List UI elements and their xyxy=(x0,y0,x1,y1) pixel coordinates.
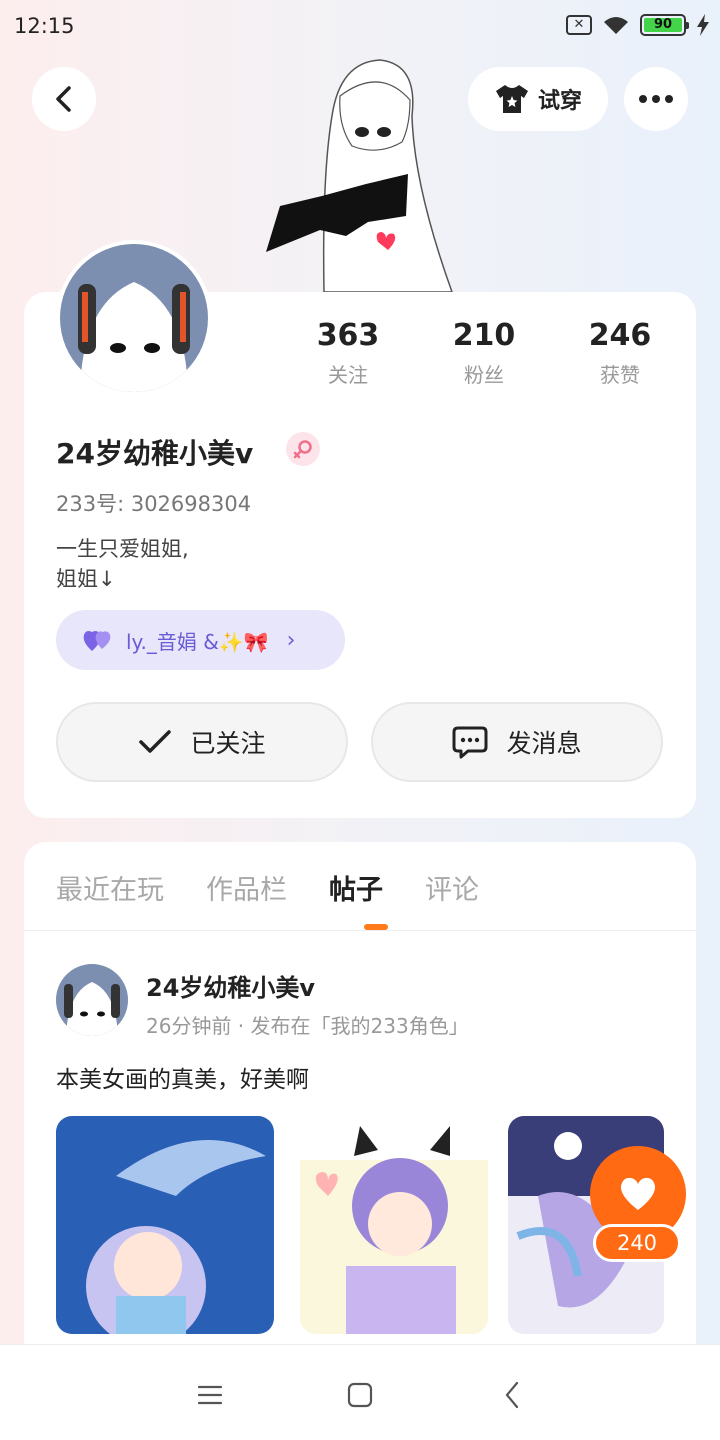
status-time: 12:15 xyxy=(14,14,75,38)
post-author-name[interactable]: 24岁幼稚小美v xyxy=(146,968,315,1003)
username: 24岁幼稚小美v xyxy=(56,437,254,470)
message-button[interactable]: 发消息 xyxy=(371,702,663,782)
status-icons: ✕ 90 xyxy=(566,14,710,36)
stats-row: 363 关注 210 粉丝 246 获赞 xyxy=(280,318,690,388)
system-back-button[interactable] xyxy=(492,1375,532,1415)
tab-posts[interactable]: 帖子 xyxy=(329,868,383,907)
double-heart-icon xyxy=(83,631,111,651)
stat-label: 粉丝 xyxy=(464,363,504,387)
sim-off-icon: ✕ xyxy=(566,15,592,35)
character-figure xyxy=(266,59,453,292)
chevron-left-icon xyxy=(505,1381,519,1409)
stat-fans[interactable]: 210 粉丝 xyxy=(416,318,552,388)
tab-comments[interactable]: 评论 xyxy=(425,868,479,907)
tryon-label: 试穿 xyxy=(537,89,582,114)
cp-label: ly._音娟 &✨🎀 xyxy=(126,629,269,654)
battery-icon: 90 xyxy=(640,14,689,36)
followed-button[interactable]: 已关注 xyxy=(56,702,348,782)
status-bar: 12:15 ✕ 90 xyxy=(0,0,720,54)
stat-value: 246 xyxy=(588,318,652,353)
post-meta: 26分钟前 · 发布在「我的233角色」 xyxy=(146,1014,469,1038)
wifi-icon xyxy=(604,17,628,34)
chat-bubble-icon xyxy=(452,726,488,759)
back-button[interactable] xyxy=(32,67,96,131)
more-button[interactable] xyxy=(624,67,688,131)
bio-line: 姐姐↓ xyxy=(56,567,116,591)
tab-works[interactable]: 作品栏 xyxy=(206,868,287,907)
followed-label: 已关注 xyxy=(190,729,266,758)
avatar-image xyxy=(60,244,208,392)
bio-line: 一生只爱姐姐, xyxy=(56,537,189,561)
post-image[interactable] xyxy=(300,1116,488,1334)
divider xyxy=(24,930,696,931)
menu-icon xyxy=(197,1385,223,1405)
tryon-button[interactable]: 试穿 xyxy=(468,67,608,131)
profile-tabs: 最近在玩 作品栏 帖子 评论 xyxy=(56,868,479,907)
like-count: 240 xyxy=(593,1224,681,1262)
cp-relationship-pill[interactable]: ly._音娟 &✨🎀 › xyxy=(56,610,345,670)
post-text: 本美女画的真美，好美啊 xyxy=(56,1067,309,1093)
user-id: 233号: 302698304 xyxy=(56,492,252,516)
tshirt-icon xyxy=(495,85,528,113)
check-icon xyxy=(139,730,172,753)
stat-likes[interactable]: 246 获赞 xyxy=(552,318,688,388)
system-nav-bar xyxy=(0,1344,720,1440)
message-label: 发消息 xyxy=(506,729,582,758)
home-square-icon xyxy=(347,1382,373,1408)
female-gender-icon xyxy=(286,432,320,466)
more-dots-icon xyxy=(639,95,673,103)
chevron-right-icon: › xyxy=(286,627,296,653)
stat-label: 获赞 xyxy=(600,363,640,387)
chevron-left-icon xyxy=(56,86,71,112)
stat-label: 关注 xyxy=(328,363,368,387)
heart-icon xyxy=(620,1177,656,1210)
menu-button[interactable] xyxy=(190,1375,230,1415)
avatar-image xyxy=(56,964,128,1036)
post-author-avatar[interactable] xyxy=(56,964,128,1036)
charging-icon xyxy=(697,14,709,36)
post-image[interactable] xyxy=(56,1116,274,1334)
avatar[interactable] xyxy=(56,240,212,396)
home-button[interactable] xyxy=(340,1375,380,1415)
bio: 一生只爱姐姐, 姐姐↓ xyxy=(56,534,189,594)
tab-recently-played[interactable]: 最近在玩 xyxy=(56,868,164,907)
stat-value: 363 xyxy=(316,318,380,353)
stat-value: 210 xyxy=(452,318,516,353)
battery-level: 90 xyxy=(644,18,682,32)
stat-following[interactable]: 363 关注 xyxy=(280,318,416,388)
